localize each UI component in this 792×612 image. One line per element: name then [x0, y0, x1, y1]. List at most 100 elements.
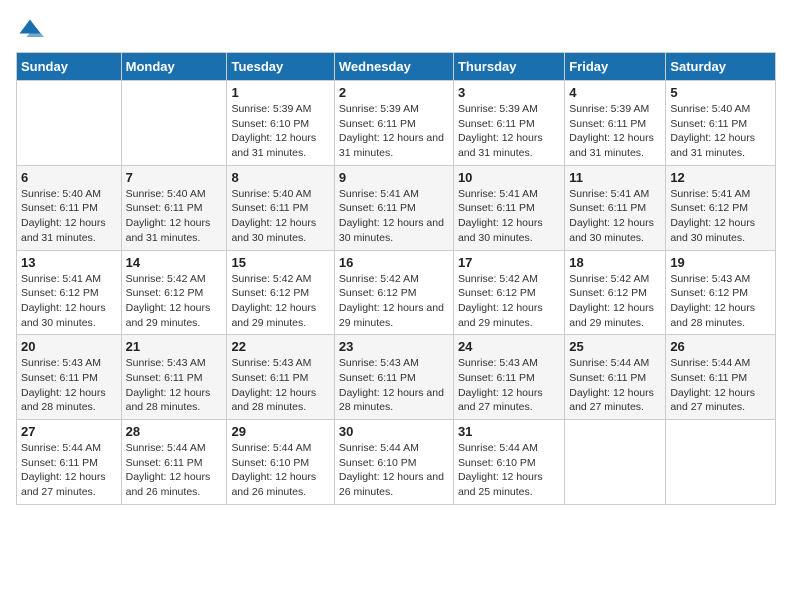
day-number: 3 — [458, 85, 560, 100]
calendar-cell: 24 Sunrise: 5:43 AM Sunset: 6:11 PM Dayli… — [453, 335, 564, 420]
calendar-cell: 13Sunrise: 5:41 AM Sunset: 6:12 PM Dayli… — [17, 250, 122, 335]
calendar-cell: 19 Sunrise: 5:43 AM Sunset: 6:12 PM Dayli… — [666, 250, 776, 335]
calendar-cell: 20 Sunrise: 5:43 AM Sunset: 6:11 PM Dayli… — [17, 335, 122, 420]
day-info: Sunrise: 5:43 AM Sunset: 6:11 PM Dayligh… — [231, 356, 329, 415]
week-row-4: 20 Sunrise: 5:43 AM Sunset: 6:11 PM Dayli… — [17, 335, 776, 420]
day-info: Sunrise: 5:39 AM Sunset: 6:11 PM Dayligh… — [458, 102, 560, 161]
day-info: Sunrise: 5:39 AM Sunset: 6:10 PM Dayligh… — [231, 102, 329, 161]
day-number: 5 — [670, 85, 771, 100]
weekday-header-tuesday: Tuesday — [227, 53, 334, 81]
day-info: Sunrise: 5:43 AM Sunset: 6:11 PM Dayligh… — [458, 356, 560, 415]
day-number: 12 — [670, 170, 771, 185]
calendar-cell: 22 Sunrise: 5:43 AM Sunset: 6:11 PM Dayli… — [227, 335, 334, 420]
page-header — [16, 16, 776, 44]
day-info: Sunrise: 5:39 AM Sunset: 6:11 PM Dayligh… — [569, 102, 661, 161]
week-row-1: 1 Sunrise: 5:39 AM Sunset: 6:10 PM Daylig… — [17, 81, 776, 166]
day-info: Sunrise: 5:44 AM Sunset: 6:11 PM Dayligh… — [569, 356, 661, 415]
day-number: 31 — [458, 424, 560, 439]
weekday-header-monday: Monday — [121, 53, 227, 81]
day-number: 1 — [231, 85, 329, 100]
calendar-cell: 3 Sunrise: 5:39 AM Sunset: 6:11 PM Daylig… — [453, 81, 564, 166]
calendar-table: SundayMondayTuesdayWednesdayThursdayFrid… — [16, 52, 776, 505]
calendar-cell: 12 Sunrise: 5:41 AM Sunset: 6:12 PM Dayli… — [666, 165, 776, 250]
day-number: 25 — [569, 339, 661, 354]
day-info: Sunrise: 5:43 AM Sunset: 6:12 PM Dayligh… — [670, 272, 771, 331]
day-info: Sunrise: 5:44 AM Sunset: 6:10 PM Dayligh… — [458, 441, 560, 500]
day-number: 8 — [231, 170, 329, 185]
day-number: 30 — [339, 424, 449, 439]
calendar-cell: 4 Sunrise: 5:39 AM Sunset: 6:11 PM Daylig… — [565, 81, 666, 166]
calendar-cell: 26 Sunrise: 5:44 AM Sunset: 6:11 PM Dayli… — [666, 335, 776, 420]
day-number: 15 — [231, 255, 329, 270]
weekday-header-row: SundayMondayTuesdayWednesdayThursdayFrid… — [17, 53, 776, 81]
day-info: Sunrise: 5:44 AM Sunset: 6:10 PM Dayligh… — [231, 441, 329, 500]
weekday-header-wednesday: Wednesday — [334, 53, 453, 81]
weekday-header-sunday: Sunday — [17, 53, 122, 81]
calendar-cell: 17 Sunrise: 5:42 AM Sunset: 6:12 PM Dayli… — [453, 250, 564, 335]
week-row-3: 13Sunrise: 5:41 AM Sunset: 6:12 PM Dayli… — [17, 250, 776, 335]
day-info: Sunrise: 5:43 AM Sunset: 6:11 PM Dayligh… — [126, 356, 223, 415]
day-number: 11 — [569, 170, 661, 185]
calendar-cell — [121, 81, 227, 166]
calendar-cell: 31 Sunrise: 5:44 AM Sunset: 6:10 PM Dayli… — [453, 420, 564, 505]
calendar-cell — [565, 420, 666, 505]
day-info: Sunrise: 5:43 AM Sunset: 6:11 PM Dayligh… — [339, 356, 449, 415]
calendar-cell: 15 Sunrise: 5:42 AM Sunset: 6:12 PM Dayli… — [227, 250, 334, 335]
calendar-cell: 5 Sunrise: 5:40 AM Sunset: 6:11 PM Daylig… — [666, 81, 776, 166]
day-number: 22 — [231, 339, 329, 354]
day-number: 24 — [458, 339, 560, 354]
day-number: 10 — [458, 170, 560, 185]
weekday-header-thursday: Thursday — [453, 53, 564, 81]
weekday-header-friday: Friday — [565, 53, 666, 81]
day-info: Sunrise: 5:39 AM Sunset: 6:11 PM Dayligh… — [339, 102, 449, 161]
day-number: 9 — [339, 170, 449, 185]
day-info: Sunrise: 5:44 AM Sunset: 6:11 PM Dayligh… — [21, 441, 117, 500]
day-number: 19 — [670, 255, 771, 270]
calendar-cell: 6 Sunrise: 5:40 AM Sunset: 6:11 PM Daylig… — [17, 165, 122, 250]
calendar-cell: 10 Sunrise: 5:41 AM Sunset: 6:11 PM Dayli… — [453, 165, 564, 250]
day-info: Sunrise: 5:44 AM Sunset: 6:10 PM Dayligh… — [339, 441, 449, 500]
week-row-5: 27 Sunrise: 5:44 AM Sunset: 6:11 PM Dayli… — [17, 420, 776, 505]
day-number: 16 — [339, 255, 449, 270]
day-number: 20 — [21, 339, 117, 354]
day-info: Sunrise: 5:40 AM Sunset: 6:11 PM Dayligh… — [21, 187, 117, 246]
day-info: Sunrise: 5:41 AM Sunset: 6:12 PM Dayligh… — [21, 272, 117, 331]
day-number: 17 — [458, 255, 560, 270]
day-info: Sunrise: 5:44 AM Sunset: 6:11 PM Dayligh… — [126, 441, 223, 500]
calendar-cell: 8 Sunrise: 5:40 AM Sunset: 6:11 PM Daylig… — [227, 165, 334, 250]
day-info: Sunrise: 5:42 AM Sunset: 6:12 PM Dayligh… — [231, 272, 329, 331]
day-info: Sunrise: 5:42 AM Sunset: 6:12 PM Dayligh… — [569, 272, 661, 331]
day-info: Sunrise: 5:41 AM Sunset: 6:12 PM Dayligh… — [670, 187, 771, 246]
day-number: 6 — [21, 170, 117, 185]
calendar-cell — [17, 81, 122, 166]
day-number: 28 — [126, 424, 223, 439]
day-number: 26 — [670, 339, 771, 354]
day-number: 23 — [339, 339, 449, 354]
calendar-cell: 21 Sunrise: 5:43 AM Sunset: 6:11 PM Dayli… — [121, 335, 227, 420]
calendar-cell: 28 Sunrise: 5:44 AM Sunset: 6:11 PM Dayli… — [121, 420, 227, 505]
calendar-cell: 11Sunrise: 5:41 AM Sunset: 6:11 PM Dayli… — [565, 165, 666, 250]
calendar-cell: 14Sunrise: 5:42 AM Sunset: 6:12 PM Dayli… — [121, 250, 227, 335]
calendar-cell: 29Sunrise: 5:44 AM Sunset: 6:10 PM Dayli… — [227, 420, 334, 505]
calendar-cell: 7Sunrise: 5:40 AM Sunset: 6:11 PM Daylig… — [121, 165, 227, 250]
day-info: Sunrise: 5:43 AM Sunset: 6:11 PM Dayligh… — [21, 356, 117, 415]
day-number: 2 — [339, 85, 449, 100]
day-info: Sunrise: 5:40 AM Sunset: 6:11 PM Dayligh… — [670, 102, 771, 161]
calendar-cell: 25 Sunrise: 5:44 AM Sunset: 6:11 PM Dayli… — [565, 335, 666, 420]
calendar-cell — [666, 420, 776, 505]
day-number: 4 — [569, 85, 661, 100]
day-info: Sunrise: 5:42 AM Sunset: 6:12 PM Dayligh… — [458, 272, 560, 331]
calendar-cell: 18Sunrise: 5:42 AM Sunset: 6:12 PM Dayli… — [565, 250, 666, 335]
day-number: 21 — [126, 339, 223, 354]
day-info: Sunrise: 5:40 AM Sunset: 6:11 PM Dayligh… — [231, 187, 329, 246]
day-info: Sunrise: 5:40 AM Sunset: 6:11 PM Dayligh… — [126, 187, 223, 246]
day-info: Sunrise: 5:41 AM Sunset: 6:11 PM Dayligh… — [458, 187, 560, 246]
weekday-header-saturday: Saturday — [666, 53, 776, 81]
day-info: Sunrise: 5:44 AM Sunset: 6:11 PM Dayligh… — [670, 356, 771, 415]
day-number: 14 — [126, 255, 223, 270]
day-number: 27 — [21, 424, 117, 439]
calendar-cell: 9Sunrise: 5:41 AM Sunset: 6:11 PM Daylig… — [334, 165, 453, 250]
week-row-2: 6 Sunrise: 5:40 AM Sunset: 6:11 PM Daylig… — [17, 165, 776, 250]
calendar-cell: 27 Sunrise: 5:44 AM Sunset: 6:11 PM Dayli… — [17, 420, 122, 505]
logo-icon — [16, 16, 44, 44]
